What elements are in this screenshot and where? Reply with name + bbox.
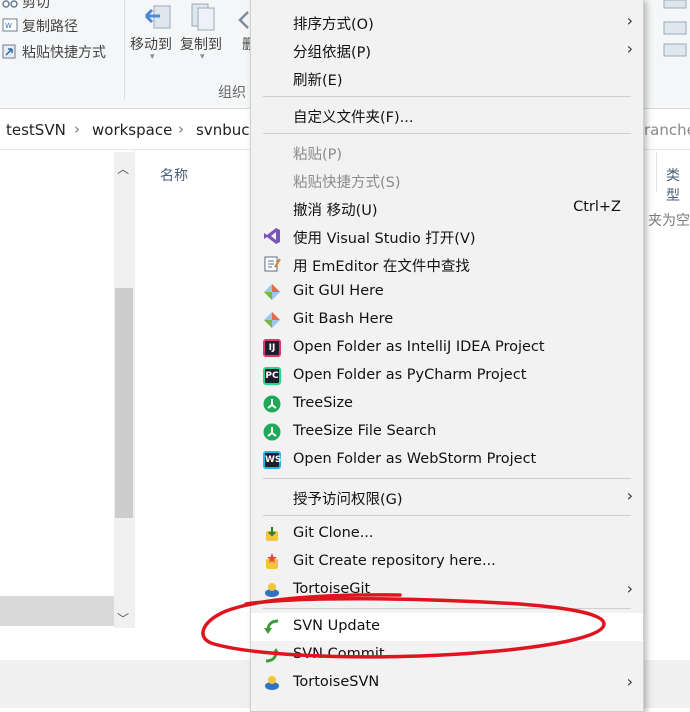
menu-item-customize[interactable]: 自定义文件夹(F)... [251,101,643,129]
pycharm-icon: PC [263,367,281,385]
menu-separator [263,96,631,97]
menu-item-intellij[interactable]: IJ Open Folder as IntelliJ IDEA Project [251,334,643,362]
navigation-selected-item[interactable] [0,596,114,626]
menu-item-git-bash[interactable]: Git Bash Here [251,306,643,334]
menu-item-git-clone[interactable]: Git Clone... [251,520,643,548]
git-create-icon [266,553,278,569]
copy-path-icon: W [2,18,18,32]
ribbon-group-organize: 组织 [218,85,246,101]
menu-item-group[interactable]: 分组依据(P) › [251,36,643,64]
column-header-name[interactable]: 名称 [160,165,188,185]
menu-separator [263,478,631,479]
submenu-chevron-icon: › [626,486,633,505]
menu-item-visual-studio[interactable]: 使用 Visual Studio 打开(V) [251,222,643,250]
menu-item-tortoisesvn[interactable]: TortoiseSVN › [251,669,643,697]
move-to-icon [144,5,171,29]
move-to-button[interactable]: 移动到 [130,34,172,54]
menu-item-paste-shortcut: 粘贴快捷方式(S) [293,175,401,191]
scroll-down-icon[interactable]: ﹀ [117,610,129,627]
copy-to-chevron-icon: ▾ [200,52,205,62]
visual-studio-icon [264,228,280,244]
context-menu: 排序方式(O) › 分组依据(P) › 刷新(E) 自定义文件夹(F)... 粘… [250,0,644,712]
empty-folder-hint: 夹为空 [648,213,690,229]
copy-to-icon [191,3,215,31]
menu-item-pycharm[interactable]: PC Open Folder as PyCharm Project [251,362,643,390]
treesize-search-icon [263,423,281,441]
breadcrumb-item[interactable]: svnbuck [196,121,258,139]
menu-item-svn-update[interactable]: SVN Update [251,613,643,641]
git-gui-icon [264,284,280,300]
menu-separator [263,133,631,134]
svn-commit-icon [265,648,280,663]
webstorm-icon: WS [263,451,281,469]
svg-text:W: W [5,22,12,30]
emeditor-icon [264,256,281,272]
copy-to-button[interactable]: 复制到 [180,34,222,54]
git-bash-icon [264,312,280,328]
breadcrumb-item[interactable]: testSVN [6,121,66,139]
menu-item-emeditor[interactable]: 用 EmEditor 在文件中查找 [251,250,643,278]
menu-separator [263,515,631,516]
intellij-icon: IJ [263,339,281,357]
copy-path-button[interactable]: 复制路径 [22,16,78,36]
menu-item-git-gui[interactable]: Git GUI Here [251,278,643,306]
cut-button[interactable]: 剪切 [22,0,50,12]
submenu-chevron-icon: › [626,579,633,598]
menu-item-webstorm[interactable]: WS Open Folder as WebStorm Project [251,446,643,474]
scroll-up-icon[interactable]: ︿ [117,160,129,177]
menu-item-sort[interactable]: 排序方式(O) › [251,8,643,36]
treesize-icon [263,395,281,413]
column-divider [656,152,657,192]
submenu-chevron-icon: › [626,672,633,691]
undo-shortcut: Ctrl+Z [573,199,621,215]
menu-item-treesize[interactable]: TreeSize [251,390,643,418]
column-header-type[interactable]: 类型 [666,165,690,205]
menu-separator [263,608,631,609]
breadcrumb-chevron-icon[interactable]: › [178,120,184,138]
menu-item-treesize-search[interactable]: TreeSize File Search [251,418,643,446]
svn-update-icon [264,619,279,634]
breadcrumb-chevron-icon[interactable]: › [74,120,80,138]
menu-item-svn-commit[interactable]: SVN Commit... [251,641,643,669]
breadcrumb-right: ranche [644,121,690,139]
menu-item-grant-access[interactable]: 授予访问权限(G) › [251,483,643,511]
move-to-chevron-icon: ▾ [150,52,155,62]
submenu-chevron-icon: › [626,39,633,58]
navigation-scrollbar-thumb[interactable] [115,288,133,518]
breadcrumb-item[interactable]: workspace [92,121,172,139]
properties-icon [663,0,687,57]
menu-item-undo[interactable]: 撤消 移动(U) Ctrl+Z [251,194,643,222]
tortoisegit-icon [265,583,279,597]
delete-button[interactable]: 删 [242,34,250,54]
paste-shortcut-button[interactable]: 粘贴快捷方式 [22,42,106,62]
menu-item-git-create[interactable]: Git Create repository here... [251,548,643,576]
cut-icon [2,0,18,8]
submenu-chevron-icon: › [626,11,633,30]
git-clone-icon [266,527,278,541]
menu-item-paste: 粘贴(P) [293,147,343,163]
paste-shortcut-icon [2,44,16,59]
delete-icon [238,11,249,29]
tortoisesvn-icon [265,676,279,690]
menu-item-refresh[interactable]: 刷新(E) [251,64,643,92]
menu-item-tortoisegit[interactable]: TortoiseGit › [251,576,643,604]
